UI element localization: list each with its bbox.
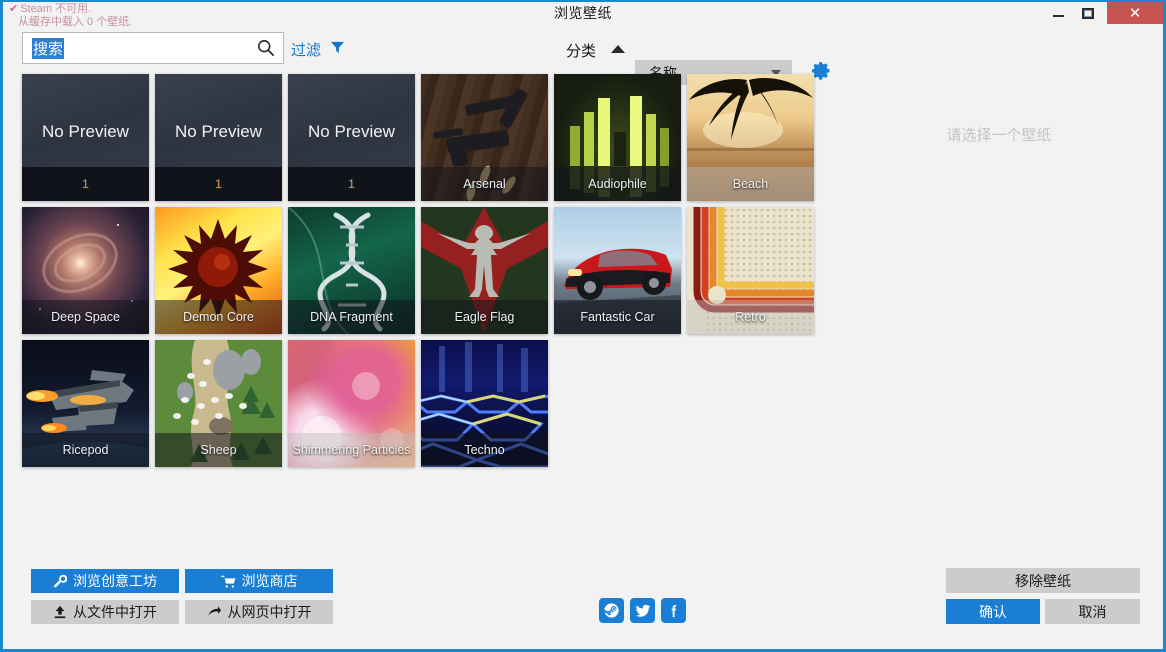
check-icon: ✔	[9, 3, 18, 15]
arrow-right-icon	[207, 605, 222, 619]
sort-ascending-icon[interactable]	[611, 45, 625, 53]
remove-wallpaper-button[interactable]: 移除壁纸	[946, 568, 1140, 593]
browse-wallpaper-window: 浏览壁纸 ✕ ✔Steam 不可用. 从缓存中载入 0 个壁纸. 搜索 过滤	[0, 0, 1166, 652]
twitter-link[interactable]	[630, 598, 655, 623]
wallpaper-tile[interactable]: Eagle Flag	[421, 207, 548, 334]
remove-wallpaper-label: 移除壁纸	[1015, 571, 1071, 591]
browse-workshop-label: 浏览创意工坊	[73, 571, 157, 591]
close-icon: ✕	[1129, 6, 1142, 21]
steam-link[interactable]	[599, 598, 624, 623]
open-from-file-label: 从文件中打开	[73, 602, 157, 622]
facebook-link[interactable]	[661, 598, 686, 623]
status-line-1: Steam 不可用.	[20, 3, 91, 15]
filter-label[interactable]: 过滤	[291, 39, 321, 60]
wallpaper-tile[interactable]: DNA Fragment	[288, 207, 415, 334]
toolbar: 搜索 过滤 分类 名称	[3, 26, 1163, 70]
wallpaper-tile-label: Retro	[687, 300, 814, 334]
wallpaper-tile[interactable]: Techno	[421, 340, 548, 467]
wallpaper-tile[interactable]: Fantastic Car	[554, 207, 681, 334]
wrench-icon	[53, 574, 67, 588]
minimize-icon	[1053, 15, 1064, 17]
browse-store-label: 浏览商店	[242, 571, 298, 591]
wallpaper-tile-label: Deep Space	[22, 300, 149, 334]
twitter-icon	[635, 603, 651, 619]
wallpaper-tile[interactable]: Sheep	[155, 340, 282, 467]
wallpaper-tile[interactable]: Shimmering Particles	[288, 340, 415, 467]
preview-empty-message: 请选择一个壁纸	[843, 124, 1155, 145]
wallpaper-tile-label: Audiophile	[554, 167, 681, 201]
wallpaper-tile[interactable]: Demon Core	[155, 207, 282, 334]
wallpaper-tile-label: Shimmering Particles	[288, 433, 415, 467]
preview-pane: 请选择一个壁纸	[843, 74, 1155, 569]
wallpaper-tile[interactable]: No Preview 1	[155, 74, 282, 201]
wallpaper-tile-label: Ricepod	[22, 433, 149, 467]
open-from-file-button[interactable]: 从文件中打开	[31, 600, 179, 624]
wallpaper-tile-label: Eagle Flag	[421, 300, 548, 334]
facebook-icon	[666, 603, 682, 619]
wallpaper-tile[interactable]: Audiophile	[554, 74, 681, 201]
wallpaper-tile-label: 1	[155, 167, 282, 201]
shopping-cart-icon	[221, 574, 236, 588]
steam-icon	[603, 602, 620, 619]
wallpaper-tile-label: Demon Core	[155, 300, 282, 334]
maximize-icon	[1082, 8, 1094, 19]
browse-workshop-button[interactable]: 浏览创意工坊	[31, 569, 179, 593]
upload-icon	[53, 605, 67, 619]
wallpaper-tile-label: Fantastic Car	[554, 300, 681, 334]
open-from-web-label: 从网页中打开	[228, 602, 312, 622]
wallpaper-tile[interactable]: Beach	[687, 74, 814, 201]
wallpaper-tile[interactable]: Retro	[687, 207, 814, 334]
confirm-button[interactable]: 确认	[946, 599, 1040, 624]
maximize-button[interactable]	[1073, 2, 1103, 24]
wallpaper-tile[interactable]: No Preview 1	[288, 74, 415, 201]
wallpaper-tile[interactable]: Ricepod	[22, 340, 149, 467]
wallpaper-tile-label: DNA Fragment	[288, 300, 415, 334]
wallpaper-tile-label: Arsenal	[421, 167, 548, 201]
open-from-web-button[interactable]: 从网页中打开	[185, 600, 333, 624]
close-button[interactable]: ✕	[1107, 2, 1163, 24]
wallpaper-tile[interactable]: Arsenal	[421, 74, 548, 201]
filter-funnel-icon[interactable]	[330, 40, 345, 55]
window-controls: ✕	[1043, 2, 1163, 24]
search-input[interactable]: 搜索	[22, 32, 284, 64]
search-input-value: 搜索	[32, 38, 64, 59]
window-title: 浏览壁纸	[554, 3, 612, 23]
title-bar: 浏览壁纸 ✕	[3, 2, 1163, 24]
wallpaper-tile-label: Techno	[421, 433, 548, 467]
wallpaper-tile[interactable]: No Preview 1	[22, 74, 149, 201]
wallpaper-tile-label: Sheep	[155, 433, 282, 467]
wallpaper-tile-label: 1	[22, 167, 149, 201]
no-preview-text: No Preview	[288, 122, 415, 142]
confirm-label: 确认	[979, 602, 1007, 622]
browse-store-button[interactable]: 浏览商店	[185, 569, 333, 593]
social-links	[599, 598, 686, 623]
wallpaper-tile-label: 1	[288, 167, 415, 201]
no-preview-text: No Preview	[22, 122, 149, 142]
wallpaper-tile-label: Beach	[687, 167, 814, 201]
search-icon[interactable]	[257, 39, 275, 57]
cancel-button[interactable]: 取消	[1045, 599, 1140, 624]
minimize-button[interactable]	[1043, 2, 1073, 24]
no-preview-text: No Preview	[155, 122, 282, 142]
sort-label[interactable]: 分类	[566, 40, 596, 61]
wallpaper-tile[interactable]: Deep Space	[22, 207, 149, 334]
wallpaper-grid: No Preview 1 No Preview 1 No Preview 1	[22, 74, 834, 474]
cancel-label: 取消	[1079, 602, 1107, 622]
